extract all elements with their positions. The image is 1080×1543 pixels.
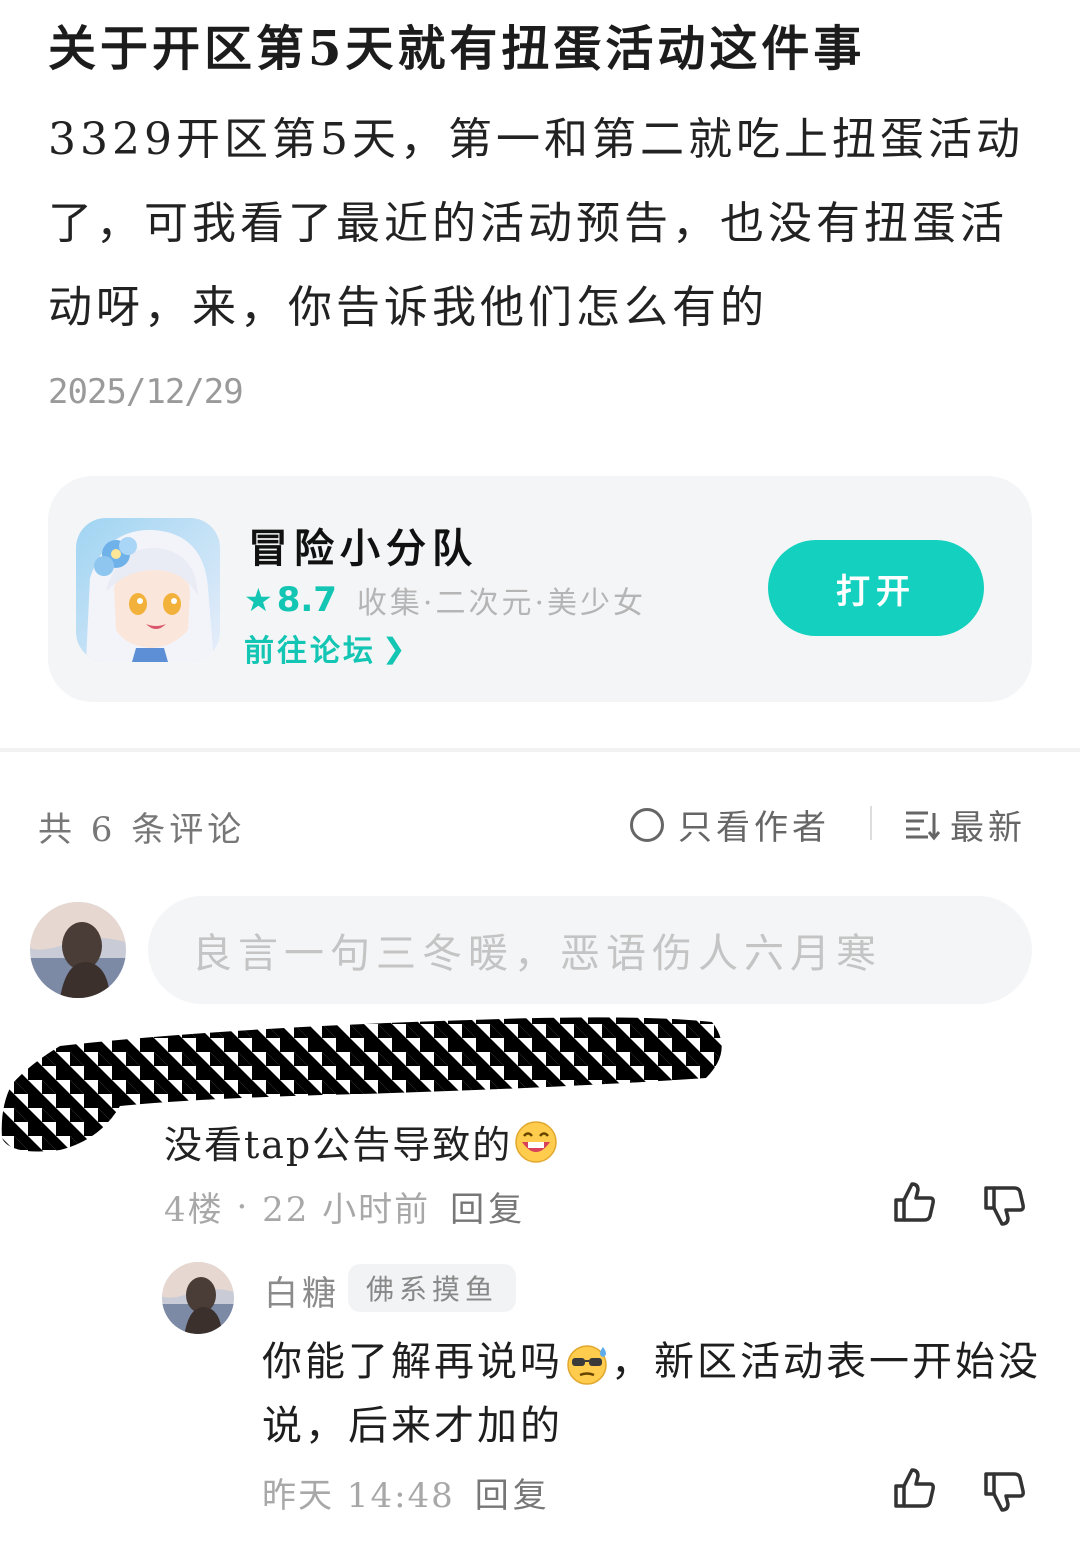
open-game-button[interactable]: 打开 (768, 540, 984, 636)
game-card[interactable]: 冒险小分队 ★ 8.7 收集·二次元·美少女 前往论坛 ❯ 打开 (48, 476, 1032, 702)
post-body: 3329开区第5天，第一和第二就吃上扭蛋活动了，可我看了最近的活动预告，也没有扭… (48, 114, 1024, 333)
comment-floor: 4楼 (164, 1190, 224, 1230)
header-separator (870, 806, 872, 840)
reply-to-reply-button[interactable]: 回复 (475, 1468, 551, 1517)
forum-link[interactable]: 前往论坛 ❯ (244, 626, 408, 670)
game-tags: 收集·二次元·美少女 (356, 586, 646, 621)
comment-text-content: 没看tap公告导致的 (164, 1123, 513, 1167)
sort-icon (906, 811, 940, 840)
meta-dot: · (223, 1186, 263, 1227)
forum-link-label: 前往论坛 (244, 634, 376, 669)
sort-label: 最新 (950, 808, 1026, 848)
thumbs-down-icon[interactable] (980, 1182, 1028, 1230)
sweat-sunglasses-emoji (567, 1345, 607, 1385)
comment-time: 22 小时前 (262, 1190, 431, 1230)
thumbs-down-icon[interactable] (980, 1468, 1028, 1516)
reply-user-avatar[interactable] (162, 1262, 234, 1334)
reply-time: 昨天 14:48 (262, 1476, 455, 1516)
sort-toggle[interactable]: 最新 (904, 800, 1026, 849)
comment-input-row: 良言一句三冬暖，恶语伤人六月寒 (0, 896, 1080, 1006)
reply-text-part1: 你能了解再说吗 (262, 1339, 563, 1385)
post-date: 2025/12/29 (48, 372, 244, 412)
game-meta: ★ 8.7 收集·二次元·美少女 (244, 578, 646, 622)
grinning-face-emoji (515, 1120, 558, 1163)
game-name: 冒险小分队 (248, 525, 478, 572)
reply-button[interactable]: 回复 (450, 1182, 526, 1231)
radio-circle-icon (630, 807, 664, 842)
post-title: 关于开区第5天就有扭蛋活动这件事 (48, 21, 866, 77)
comment-text: 没看tap公告导致的 (164, 1114, 560, 1169)
star-icon: ★ (244, 581, 273, 619)
user-badge: 佛系摸鱼 (348, 1264, 517, 1312)
chevron-right-icon: ❯ (382, 631, 409, 665)
comments-header: 共 6 条评论 只看作者 最新 (0, 792, 1080, 856)
comment-input[interactable]: 良言一句三冬暖，恶语伤人六月寒 (148, 896, 1032, 1004)
thumbs-up-icon[interactable] (890, 1178, 938, 1226)
author-only-toggle[interactable]: 只看作者 (630, 800, 830, 849)
comment-meta: 4楼 · 22 小时前 回复 (164, 1182, 526, 1231)
reply-username[interactable]: 白糖 (264, 1266, 340, 1315)
reply-meta: 昨天 14:48 回复 (262, 1468, 551, 1517)
author-only-label: 只看作者 (678, 808, 830, 848)
comment-count: 共 6 条评论 (38, 810, 246, 850)
reply-text: 你能了解再说吗 ，新区活动表一开始没说，后来才加的 (262, 1330, 1052, 1458)
game-rating: 8.7 (276, 580, 337, 620)
thumbs-up-icon[interactable] (890, 1464, 938, 1512)
section-divider (0, 748, 1080, 752)
user-avatar[interactable] (30, 902, 126, 998)
anime-girl-game-icon[interactable] (76, 518, 220, 662)
